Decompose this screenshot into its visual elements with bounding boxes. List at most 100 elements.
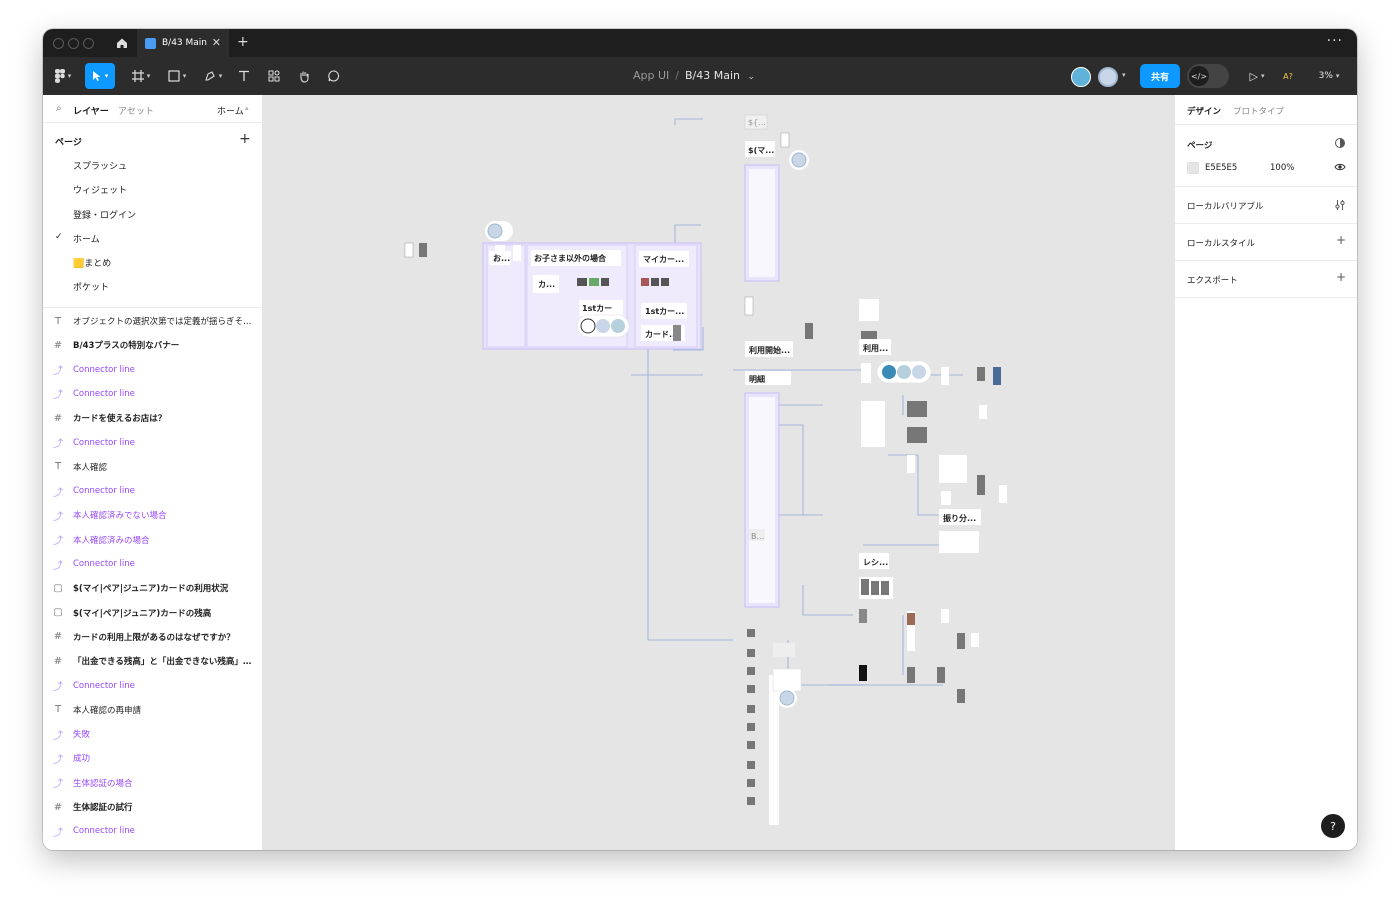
- main-menu-button[interactable]: ▾: [51, 63, 75, 89]
- layer-row[interactable]: ⤴ 生体認証の場合: [43, 771, 262, 795]
- tab-assets[interactable]: アセット: [118, 104, 154, 117]
- page-color-value[interactable]: E5E5E5: [1205, 163, 1237, 173]
- page-item-selected[interactable]: ホーム: [73, 232, 100, 245]
- local-styles-section[interactable]: ローカルスタイル +: [1175, 224, 1357, 261]
- move-tool-button[interactable]: ▾: [85, 63, 115, 89]
- frame-label: 振り分...: [943, 513, 976, 523]
- screen-thumbnail: [907, 667, 915, 683]
- chevron-down-icon[interactable]: ▾: [1122, 71, 1126, 79]
- present-button[interactable]: ▷ ▾: [1243, 63, 1271, 89]
- share-button[interactable]: 共有: [1140, 64, 1180, 88]
- current-page-selector[interactable]: ホーム: [217, 104, 244, 117]
- add-export-button[interactable]: +: [1336, 270, 1346, 284]
- tab-prototype[interactable]: プロトタイプ: [1233, 105, 1284, 117]
- screen-thumbnail: [859, 665, 867, 681]
- window-zoom-button[interactable]: [83, 38, 94, 49]
- avatar[interactable]: [1098, 67, 1118, 87]
- breadcrumb-project[interactable]: App UI: [633, 69, 669, 82]
- canvas[interactable]: お... お子さま以外の場合 マイカー... カ... 1stカー 1stカー.…: [263, 95, 1174, 850]
- page-section: ページ E5E5E5 100%: [1175, 125, 1357, 187]
- page-item[interactable]: 🟨まとめ: [73, 256, 111, 269]
- comment-tool-button[interactable]: [323, 63, 345, 89]
- page-item[interactable]: ポケット: [73, 280, 109, 293]
- hand-tool-button[interactable]: [293, 63, 315, 89]
- page-item[interactable]: スプラッシュ: [73, 159, 127, 172]
- chevron-down-icon[interactable]: ⌄: [748, 72, 756, 82]
- layer-row[interactable]: # カードの利用上限があるのはなぜですか？: [43, 625, 262, 649]
- file-tab[interactable]: B/43 Main ✕: [137, 29, 229, 57]
- layer-row[interactable]: T オブジェクトの選択次第では定義が揺らぎそう...: [43, 309, 262, 333]
- chevron-up-icon[interactable]: ▴: [245, 104, 249, 112]
- layer-row[interactable]: ⤴ Connector line: [43, 431, 262, 455]
- home-icon[interactable]: [107, 29, 137, 57]
- layer-row[interactable]: ⤴ Connector line: [43, 819, 262, 843]
- export-label[interactable]: エクスポート: [1187, 274, 1238, 286]
- breadcrumb-file[interactable]: B/43 Main: [685, 69, 740, 82]
- section-icon: ▢: [53, 607, 63, 619]
- local-variables-section[interactable]: ローカルバリアブル: [1175, 187, 1357, 224]
- avatar[interactable]: [1071, 67, 1091, 87]
- layer-row[interactable]: ⤴ 本人確認済みでない場合: [43, 503, 262, 527]
- panel-divider: [43, 307, 262, 308]
- title-bar: B/43 Main ✕ + ···: [43, 29, 1357, 57]
- layer-row[interactable]: # 「出金できる残高」と「出金できない残高」の...: [43, 649, 262, 673]
- breadcrumb[interactable]: App UI / B/43 Main ⌄: [633, 69, 755, 82]
- toolbar: ▾ ▾ ▾ ▾ ▾ App UI / B/43 Main ⌄ ▾ 共有 </> …: [43, 57, 1357, 95]
- layer-row[interactable]: ⤴ Connector line: [43, 552, 262, 576]
- layer-row[interactable]: ⤴ Connector line: [43, 382, 262, 406]
- text-tool-button[interactable]: [233, 63, 255, 89]
- sliders-icon[interactable]: [1334, 199, 1346, 214]
- layer-label: Connector line: [73, 486, 135, 497]
- layer-row[interactable]: ⤴ Connector line: [43, 358, 262, 382]
- screen-thumbnail: [871, 581, 879, 595]
- resources-tool-button[interactable]: [263, 63, 285, 89]
- screen-thumbnail: [957, 633, 965, 649]
- page-item[interactable]: ウィジェット: [73, 183, 127, 196]
- window-minimize-button[interactable]: [68, 38, 79, 49]
- page-item[interactable]: 登録・ログイン: [73, 208, 136, 221]
- layer-row[interactable]: ⤴ 本人確認済みの場合: [43, 528, 262, 552]
- help-button[interactable]: ?: [1321, 814, 1345, 838]
- canvas-artwork[interactable]: お... お子さま以外の場合 マイカー... カ... 1stカー 1stカー.…: [263, 95, 1174, 850]
- play-icon: ▷: [1249, 69, 1258, 83]
- export-section[interactable]: エクスポート +: [1175, 261, 1357, 298]
- layer-row[interactable]: ⤴ 成功: [43, 746, 262, 770]
- layer-label: 本人確認の再申請: [73, 705, 142, 716]
- add-style-button[interactable]: +: [1336, 233, 1346, 247]
- new-tab-button[interactable]: +: [237, 34, 249, 50]
- layer-row[interactable]: T 本人確認: [43, 455, 262, 479]
- layer-label: Connector line: [73, 388, 135, 399]
- frame-icon: #: [53, 655, 63, 667]
- more-menu-icon[interactable]: ···: [1327, 33, 1343, 49]
- tab-close-icon[interactable]: ✕: [212, 37, 221, 48]
- layer-row[interactable]: T 本人確認の再申請: [43, 698, 262, 722]
- layer-row[interactable]: ⤴ Connector line: [43, 479, 262, 503]
- screen-thumbnail: [861, 331, 877, 339]
- layer-row[interactable]: # B/43プラスの特別なバナー: [43, 333, 262, 357]
- layer-row[interactable]: ▢ $(マイ|ペア|ジュニア)カードの利用状況: [43, 576, 262, 600]
- layer-row[interactable]: ⤴ 失敗: [43, 722, 262, 746]
- search-icon[interactable]: ⌕: [56, 103, 62, 114]
- layer-row[interactable]: ▢ $(マイ|ペア|ジュニア)カードの残高: [43, 601, 262, 625]
- local-styles-label[interactable]: ローカルスタイル: [1187, 237, 1255, 249]
- window-close-button[interactable]: [53, 38, 64, 49]
- tab-layers[interactable]: レイヤー: [73, 104, 109, 117]
- dev-mode-toggle[interactable]: </>: [1187, 64, 1229, 88]
- eye-icon[interactable]: [1334, 161, 1346, 176]
- tab-design[interactable]: デザイン: [1187, 105, 1221, 117]
- local-variables-label[interactable]: ローカルバリアブル: [1187, 200, 1264, 212]
- ai-badge[interactable]: A?: [1277, 63, 1299, 89]
- layer-row[interactable]: ⤴ Connector line: [43, 674, 262, 698]
- zoom-menu[interactable]: 3% ▾: [1313, 63, 1345, 89]
- page-opacity-value[interactable]: 100%: [1270, 163, 1294, 173]
- page-color-swatch[interactable]: [1187, 162, 1199, 174]
- frame-tool-button[interactable]: ▾: [127, 63, 155, 89]
- add-page-button[interactable]: +: [239, 131, 251, 147]
- layer-row[interactable]: # 生体認証の試行: [43, 795, 262, 819]
- layer-label: Connector line: [73, 559, 135, 569]
- layer-row[interactable]: # カードを使えるお店は？: [43, 406, 262, 430]
- contrast-icon[interactable]: [1334, 137, 1346, 152]
- shape-tool-button[interactable]: ▾: [163, 63, 191, 89]
- pen-tool-button[interactable]: ▾: [199, 63, 227, 89]
- text-icon: T: [54, 315, 62, 327]
